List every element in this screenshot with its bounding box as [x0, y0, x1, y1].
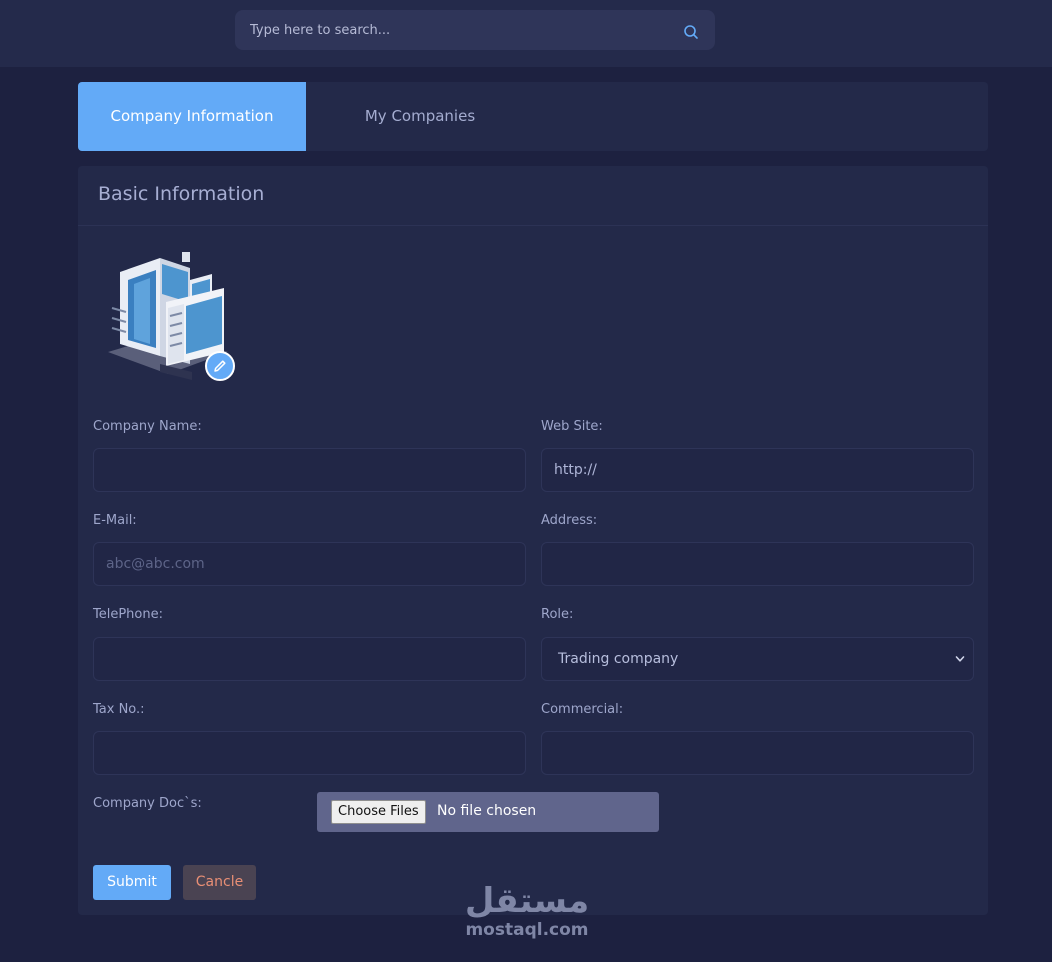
chevron-down-icon: [955, 656, 965, 662]
company-docs-label: Company Doc`s:: [93, 796, 202, 811]
company-name-label: Company Name:: [93, 419, 202, 434]
address-label: Address:: [541, 513, 598, 528]
submit-button[interactable]: Submit: [93, 865, 171, 900]
telephone-label: TelePhone:: [93, 607, 163, 622]
card-title: Basic Information: [98, 183, 265, 205]
top-bar: [0, 0, 1052, 67]
pencil-icon: [214, 360, 226, 372]
card-header: Basic Information: [78, 166, 988, 226]
website-input[interactable]: [541, 448, 974, 492]
tab-my-companies[interactable]: My Companies: [306, 82, 534, 151]
role-select[interactable]: Trading company: [541, 637, 974, 681]
tax-no-label: Tax No.:: [93, 702, 145, 717]
role-label: Role:: [541, 607, 574, 622]
telephone-input[interactable]: [93, 637, 526, 681]
basic-information-card: Basic Information Company Name: Web Site…: [78, 166, 988, 915]
cancel-button[interactable]: Cancle: [183, 865, 256, 900]
address-input[interactable]: [541, 542, 974, 586]
commercial-label: Commercial:: [541, 702, 624, 717]
file-status: No file chosen: [437, 803, 537, 819]
watermark-latin: mostaql.com: [465, 920, 589, 940]
choose-files-button[interactable]: Choose Files: [331, 800, 426, 824]
email-label: E-Mail:: [93, 513, 137, 528]
email-input[interactable]: [93, 542, 526, 586]
company-name-input[interactable]: [93, 448, 526, 492]
tab-company-information[interactable]: Company Information: [78, 82, 306, 151]
company-docs-file-input: Choose Files No file chosen: [317, 792, 659, 832]
search-box: [235, 10, 715, 50]
tax-no-input[interactable]: [93, 731, 526, 775]
website-label: Web Site:: [541, 419, 603, 434]
search-input[interactable]: [235, 10, 675, 50]
tab-bar: Company Information My Companies: [78, 82, 988, 151]
watermark-arabic: مستقل: [464, 881, 590, 921]
watermark: مستقل mostaql.com: [462, 882, 592, 944]
commercial-input[interactable]: [541, 731, 974, 775]
search-icon[interactable]: [683, 24, 699, 40]
edit-logo-button[interactable]: [205, 351, 235, 381]
role-selected-value: Trading company: [558, 651, 679, 667]
